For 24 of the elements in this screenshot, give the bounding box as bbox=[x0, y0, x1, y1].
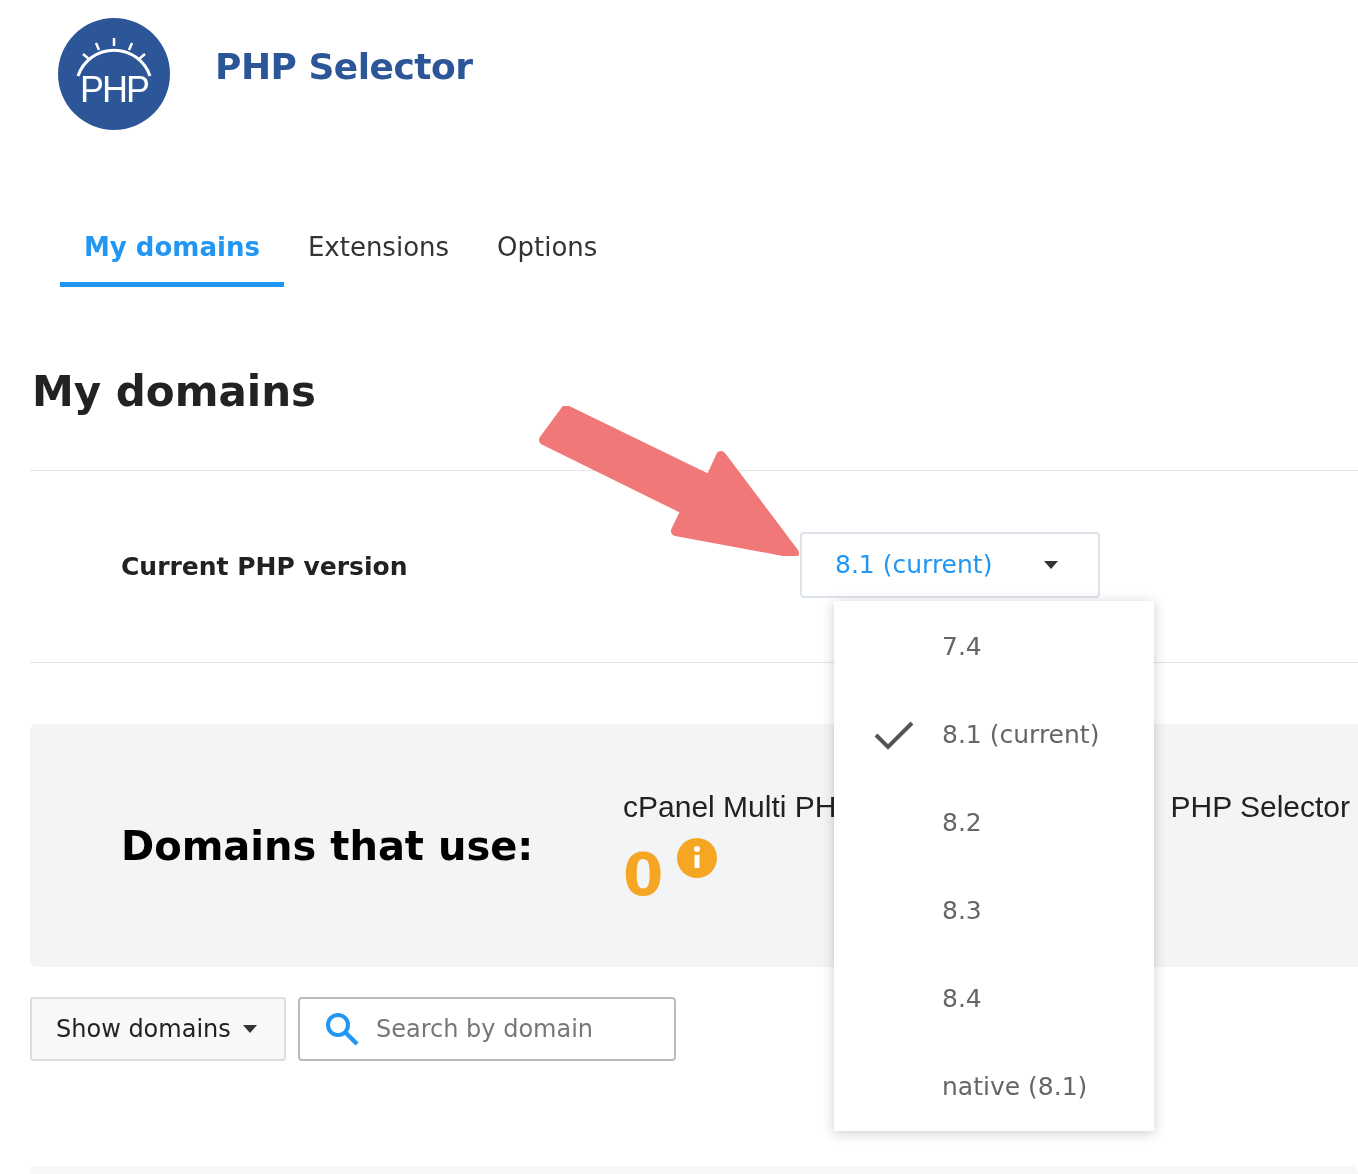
stat-label: cPanel Multi PH bbox=[623, 790, 837, 824]
info-icon bbox=[677, 838, 718, 878]
tab[interactable]: Extensions bbox=[283, 222, 474, 287]
app-title: PHP Selector bbox=[215, 45, 473, 87]
menu-item[interactable]: 8.3 bbox=[834, 866, 1154, 955]
menu-item[interactable]: 8.2 bbox=[834, 778, 1154, 867]
stat-count: 0 bbox=[623, 846, 664, 904]
menu-item[interactable]: 8.4 bbox=[834, 954, 1154, 1043]
caret-icon bbox=[242, 1025, 257, 1033]
tab[interactable]: Options bbox=[473, 222, 622, 287]
tab[interactable]: My domains bbox=[60, 222, 284, 287]
stat-label: PHP Selector bbox=[1170, 790, 1350, 824]
menu-item[interactable]: 8.1 (current) bbox=[834, 690, 1154, 779]
version-dropdown[interactable]: 8.1 (current) bbox=[800, 531, 1100, 598]
page-heading: My domains bbox=[32, 367, 318, 416]
search-field[interactable]: Search by domain bbox=[298, 997, 676, 1061]
version-label: Current PHP version bbox=[120, 552, 409, 581]
menu-item[interactable]: 7.4 bbox=[834, 602, 1154, 691]
search-icon bbox=[324, 1011, 360, 1047]
caret-icon bbox=[1044, 560, 1058, 569]
show-domains-button[interactable]: Show domains bbox=[30, 997, 286, 1061]
summary-title: Domains that use: bbox=[121, 822, 535, 869]
menu-item[interactable]: native (8.1) bbox=[834, 1042, 1154, 1131]
php-logo-icon: PHP bbox=[58, 18, 170, 130]
